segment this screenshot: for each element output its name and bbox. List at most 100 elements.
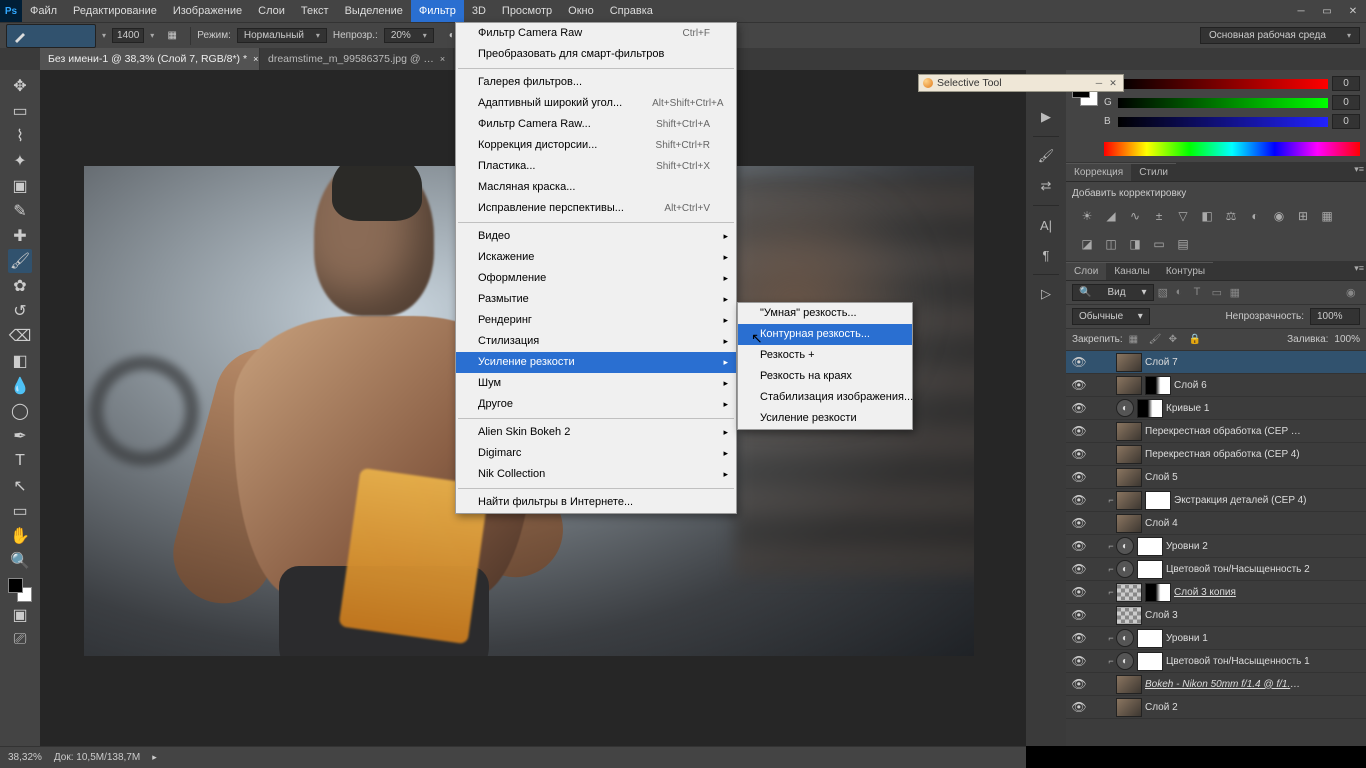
layer-thumbnail[interactable] <box>1116 514 1142 533</box>
character-panel-icon[interactable]: A| <box>1035 214 1057 236</box>
layer-thumbnail[interactable]: ◐ <box>1116 537 1134 555</box>
visibility-icon[interactable]: 👁 <box>1066 677 1092 691</box>
selective-close-icon[interactable]: ✕ <box>1107 77 1119 89</box>
tab-close-icon[interactable]: × <box>253 54 258 64</box>
menu-item[interactable]: Масляная краска... <box>456 177 736 198</box>
menu-item[interactable]: Размытие▸ <box>456 289 736 310</box>
visibility-icon[interactable]: 👁 <box>1066 470 1092 484</box>
menu-item[interactable]: Преобразовать для смарт-фильтров <box>456 44 736 65</box>
layer-thumbnail[interactable]: ◐ <box>1116 652 1134 670</box>
r-slider[interactable] <box>1118 79 1328 89</box>
menu-слои[interactable]: Слои <box>250 0 293 22</box>
history-brush-tool[interactable]: ↺ <box>8 299 32 323</box>
layer-row[interactable]: 👁 Bokeh - Nikon 50mm f/1.4 @ f/1.4 (modif… <box>1066 673 1366 696</box>
selective-tool-palette[interactable]: Selective Tool ─ ✕ <box>918 74 1124 92</box>
hand-tool[interactable]: ✋ <box>8 524 32 548</box>
close-button[interactable]: ✕ <box>1340 2 1366 20</box>
layer-thumbnail[interactable]: ◐ <box>1116 560 1134 578</box>
menu-item[interactable]: Шум▸ <box>456 373 736 394</box>
layer-name[interactable]: Слой 3 <box>1145 610 1178 621</box>
quick-mask-toggle[interactable]: ▣ <box>8 603 32 627</box>
g-value[interactable]: 0 <box>1332 95 1360 110</box>
document-tab[interactable]: dreamstime_m_99586375.jpg @ …× <box>260 48 454 70</box>
visibility-icon[interactable]: 👁 <box>1066 447 1092 461</box>
visibility-icon[interactable]: 👁 <box>1066 516 1092 530</box>
layer-row[interactable]: 👁 Слой 4 <box>1066 512 1366 535</box>
crop-tool[interactable]: ▣ <box>8 174 32 198</box>
layer-name[interactable]: Слой 7 <box>1145 357 1178 368</box>
opacity-field[interactable]: 20%▾ <box>384 28 434 43</box>
layer-name[interactable]: Слой 4 <box>1145 518 1178 529</box>
layer-name[interactable]: Цветовой тон/Насыщенность 2 <box>1166 564 1310 575</box>
visibility-icon[interactable]: 👁 <box>1066 608 1092 622</box>
layer-row[interactable]: 👁Слой 7 <box>1066 351 1366 374</box>
layer-filter-kind[interactable]: 🔍Вид▾ <box>1072 284 1154 301</box>
layer-mask-thumbnail[interactable] <box>1137 629 1163 648</box>
lock-all-icon[interactable]: 🔒 <box>1189 334 1203 345</box>
blend-mode-select[interactable]: Нормальный▾ <box>237 28 327 43</box>
menu-item[interactable]: Оформление▸ <box>456 268 736 289</box>
eraser-tool[interactable]: ⌫ <box>8 324 32 348</box>
layer-row[interactable]: 👁Перекрестная обработка (CEP 4) копия <box>1066 420 1366 443</box>
zoom-tool[interactable]: 🔍 <box>8 549 32 573</box>
current-tool-icon[interactable] <box>6 24 96 48</box>
menu-item[interactable]: Стилизация▸ <box>456 331 736 352</box>
filter-toggle[interactable]: ◉ <box>1346 286 1360 300</box>
blend-mode-layers[interactable]: Обычные ▾ <box>1072 308 1150 325</box>
layer-thumbnail[interactable] <box>1116 422 1142 441</box>
layer-row[interactable]: 👁⌐◐Уровни 2 <box>1066 535 1366 558</box>
menu-фильтр[interactable]: Фильтр <box>411 0 464 22</box>
menu-item[interactable]: Другое▸ <box>456 394 736 415</box>
threshold-icon[interactable]: ◨ <box>1126 235 1144 253</box>
b-value[interactable]: 0 <box>1332 114 1360 129</box>
layer-row[interactable]: 👁⌐◐Уровни 1 <box>1066 627 1366 650</box>
submenu-item[interactable]: Резкость на краях <box>738 366 912 387</box>
healing-tool[interactable]: ✚ <box>8 224 32 248</box>
submenu-item[interactable]: Резкость + <box>738 345 912 366</box>
layer-thumbnail[interactable] <box>1116 353 1142 372</box>
filter-shape-icon[interactable]: ▭ <box>1212 286 1226 300</box>
huesat-icon[interactable]: ◧ <box>1198 207 1216 225</box>
paths-tab[interactable]: Контуры <box>1158 262 1213 280</box>
menu-3d[interactable]: 3D <box>464 0 494 22</box>
clone-tool[interactable]: ✿ <box>8 274 32 298</box>
visibility-icon[interactable]: 👁 <box>1066 562 1092 576</box>
channelmix-icon[interactable]: ⊞ <box>1294 207 1312 225</box>
channels-tab[interactable]: Каналы <box>1106 262 1158 280</box>
layer-name[interactable]: Слой 2 <box>1145 702 1178 713</box>
layers-tab[interactable]: Слои <box>1066 262 1106 280</box>
color-spectrum[interactable] <box>1104 142 1360 156</box>
color-swatches[interactable] <box>8 578 32 602</box>
document-tab[interactable]: Без имени-1 @ 38,3% (Слой 7, RGB/8*) *× <box>40 48 260 70</box>
type-tool[interactable]: T <box>8 449 32 473</box>
photofilter-icon[interactable]: ◉ <box>1270 207 1288 225</box>
colorbalance-icon[interactable]: ⚖ <box>1222 207 1240 225</box>
invert-icon[interactable]: ◪ <box>1078 235 1096 253</box>
layer-mask-thumbnail[interactable] <box>1137 560 1163 579</box>
exposure-icon[interactable]: ± <box>1150 207 1168 225</box>
bw-icon[interactable]: ◐ <box>1246 207 1264 225</box>
styles-tab[interactable]: Стили <box>1131 163 1176 181</box>
layer-thumbnail[interactable] <box>1116 445 1142 464</box>
layer-list[interactable]: 👁Слой 7👁Слой 6👁◐Кривые 1👁Перекрестная об… <box>1066 351 1366 746</box>
lock-pixels-icon[interactable]: 🖌 <box>1149 334 1163 345</box>
brush-tool[interactable]: 🖌 <box>8 249 32 273</box>
submenu-item[interactable]: Контурная резкость... <box>738 324 912 345</box>
gradmap-icon[interactable]: ▭ <box>1150 235 1168 253</box>
paragraph-panel-icon[interactable]: ¶ <box>1035 244 1057 266</box>
layer-name[interactable]: Bokeh - Nikon 50mm f/1.4 @ f/1.4 (modifi… <box>1145 679 1305 690</box>
menu-item[interactable]: Галерея фильтров... <box>456 72 736 93</box>
g-slider[interactable] <box>1118 98 1328 108</box>
layers-panel-menu-icon[interactable]: ▾≡ <box>1354 263 1364 274</box>
gradient-tool[interactable]: ◧ <box>8 349 32 373</box>
layer-opacity-field[interactable]: 100% <box>1310 308 1360 325</box>
layer-name[interactable]: Экстракция деталей (CEP 4) <box>1174 495 1307 506</box>
visibility-icon[interactable]: 👁 <box>1066 700 1092 714</box>
layer-mask-thumbnail[interactable] <box>1145 583 1171 602</box>
layer-name[interactable]: Слой 5 <box>1145 472 1178 483</box>
layer-name[interactable]: Слой 3 копия <box>1174 587 1236 598</box>
layer-thumbnail[interactable] <box>1116 583 1142 602</box>
submenu-item[interactable]: Усиление резкости <box>738 408 912 429</box>
layer-row[interactable]: 👁 Слой 2 <box>1066 696 1366 719</box>
selective-minimize-icon[interactable]: ─ <box>1093 77 1105 89</box>
